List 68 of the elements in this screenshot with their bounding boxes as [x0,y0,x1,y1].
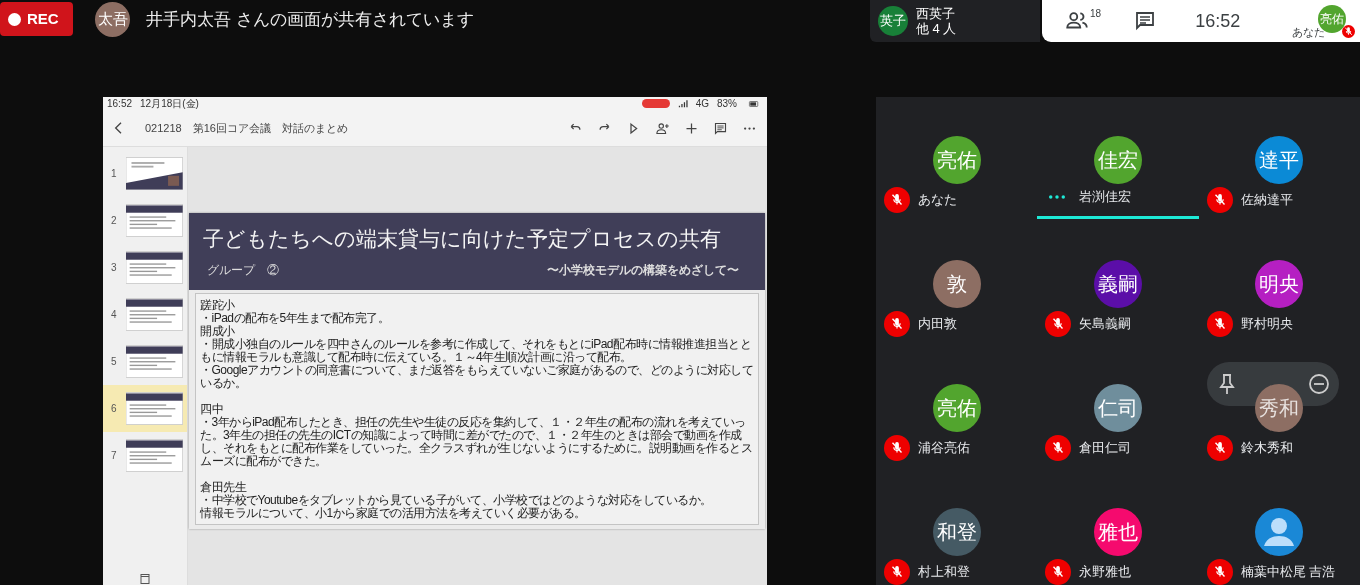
people-button[interactable]: 18 [1064,8,1102,34]
signal-icon [677,98,688,109]
participant-avatar: 雅也 [1094,508,1142,556]
participant-name: 鈴木秀和 [1240,439,1293,458]
participant-avatar: 秀和 [1255,384,1304,432]
slide-number: 4 [111,308,118,322]
presenter-avatar: 太吾 [95,2,130,37]
participant-name: あなた [918,191,957,210]
participant-name: 浦谷亮佑 [918,439,970,458]
participant-avatar: 英子 [878,6,908,36]
participant-name: 倉田仁司 [1079,439,1132,458]
participant-avatar: 達平 [1255,136,1304,184]
slide-thumbnail[interactable]: 2 [103,197,187,244]
slide-paragraph: 蹉跎小 [200,299,236,312]
slide-thumbnail[interactable]: 5 [103,338,187,385]
slide-thumbnail[interactable]: 6 [103,385,187,432]
slide-tagline: 〜小学校モデルの構築をめざして〜 [547,261,739,279]
slide-paragraph: ・開成小独自のルールを四中さんのルールを参考に作成して、それをもとにiPad配布時に情報推進担当とと もに情報モラルも意識して配布時に伝えている。１～4年生順次計画に沿って配布。 [200,338,753,364]
slide-thumbnail[interactable]: 3 [103,244,187,291]
participant-name: 内田敦 [918,315,957,334]
slide-subtitle: グループ ② [207,261,279,279]
participant-name: 岩渕佳宏 [1079,188,1132,206]
others-count: 他 4 人 [916,21,957,36]
participant-name: 楠葉中松尾 吉浩 [1240,563,1336,582]
participant-avatar: 明央 [1255,260,1304,308]
panel-icon[interactable] [139,573,151,585]
rec-button[interactable]: REC [0,2,73,36]
document-title: 021218 第16回コア会議 対話のまとめ [145,120,348,136]
participant-avatar: 佳宏 [1094,136,1142,184]
add-person-icon[interactable] [655,120,670,136]
slide-paragraph: ・Googleアカウントの同意書について、まだ返答をもらえていないご家庭があるので、どのように対応して いるか。 [200,364,755,390]
participant-name: 佐納達平 [1240,191,1293,210]
participant-name: 村上和登 [918,563,970,582]
participant-name: 永野雅也 [1079,563,1132,582]
participant-name: 西英子 [916,6,956,21]
participant-avatar: 和登 [932,508,981,556]
participant-avatar: 敦 [932,260,981,308]
comment-icon[interactable] [713,120,728,136]
remove-icon[interactable] [1306,372,1331,396]
slide-thumbnail[interactable]: 1 [103,150,187,197]
slide-paragraph: 四中 [200,403,224,416]
slide-number: 1 [111,167,118,181]
status-date: 12月18日(金) [140,97,199,110]
status-time: 16:52 [107,97,133,110]
slide-paragraph: ・iPadの配布を5年生まで配布完了。 [200,312,391,325]
slide-number: 2 [111,214,118,228]
slide-paragraph: ・3年からiPad配布したとき、担任の先生や生徒の反応を集約して、１・２年生の配布の流れを考えていっ た。3年生の担任の先生のICTの知識によって時間に差がでたので、１・２年生のときは部会で動画を作成 し、それをもとに配布作業をしていった。全クラスずれが生じないようにするために。説明動画を作るとス ムーズに配布ができた。 [200,416,753,468]
participant-avatar: 義嗣 [1094,260,1142,308]
battery-percent: 83% [717,97,737,110]
slide-number: 6 [111,402,118,416]
slide-thumbnail[interactable]: 7 [103,432,187,479]
slide-paragraph: ・中学校でYoutubeをタブレットから見ている子がいて、小学校ではどのような対応をしているか。 情報モラルについて、小1から家庭での活用方法を考えていく必要がある。 [200,494,713,520]
participant-avatar: 仁司 [1094,384,1142,432]
slide-paragraph: 倉田先生 [200,481,248,494]
slide-number: 3 [111,261,118,275]
meeting-time: 16:52 [1195,9,1241,33]
slide-number: 5 [111,355,118,369]
recording-indicator [641,99,670,108]
network-type: 4G [695,97,709,110]
slide-paragraph: 開成小 [200,325,236,338]
participant-avatar: 亮佑 [932,384,981,432]
participant-avatar: 亮佑 [932,136,981,184]
sharing-message: 井手内太吾 さんの画面が共有されています [146,9,474,31]
slide-number: 7 [111,449,118,463]
participant-name: 野村明央 [1240,315,1293,334]
slide-title: 子どもたちへの端末貸与に向けた予定プロセスの共有 [203,226,722,252]
participant-name: 矢島義嗣 [1079,315,1132,334]
slide-thumbnail[interactable]: 4 [103,291,187,338]
